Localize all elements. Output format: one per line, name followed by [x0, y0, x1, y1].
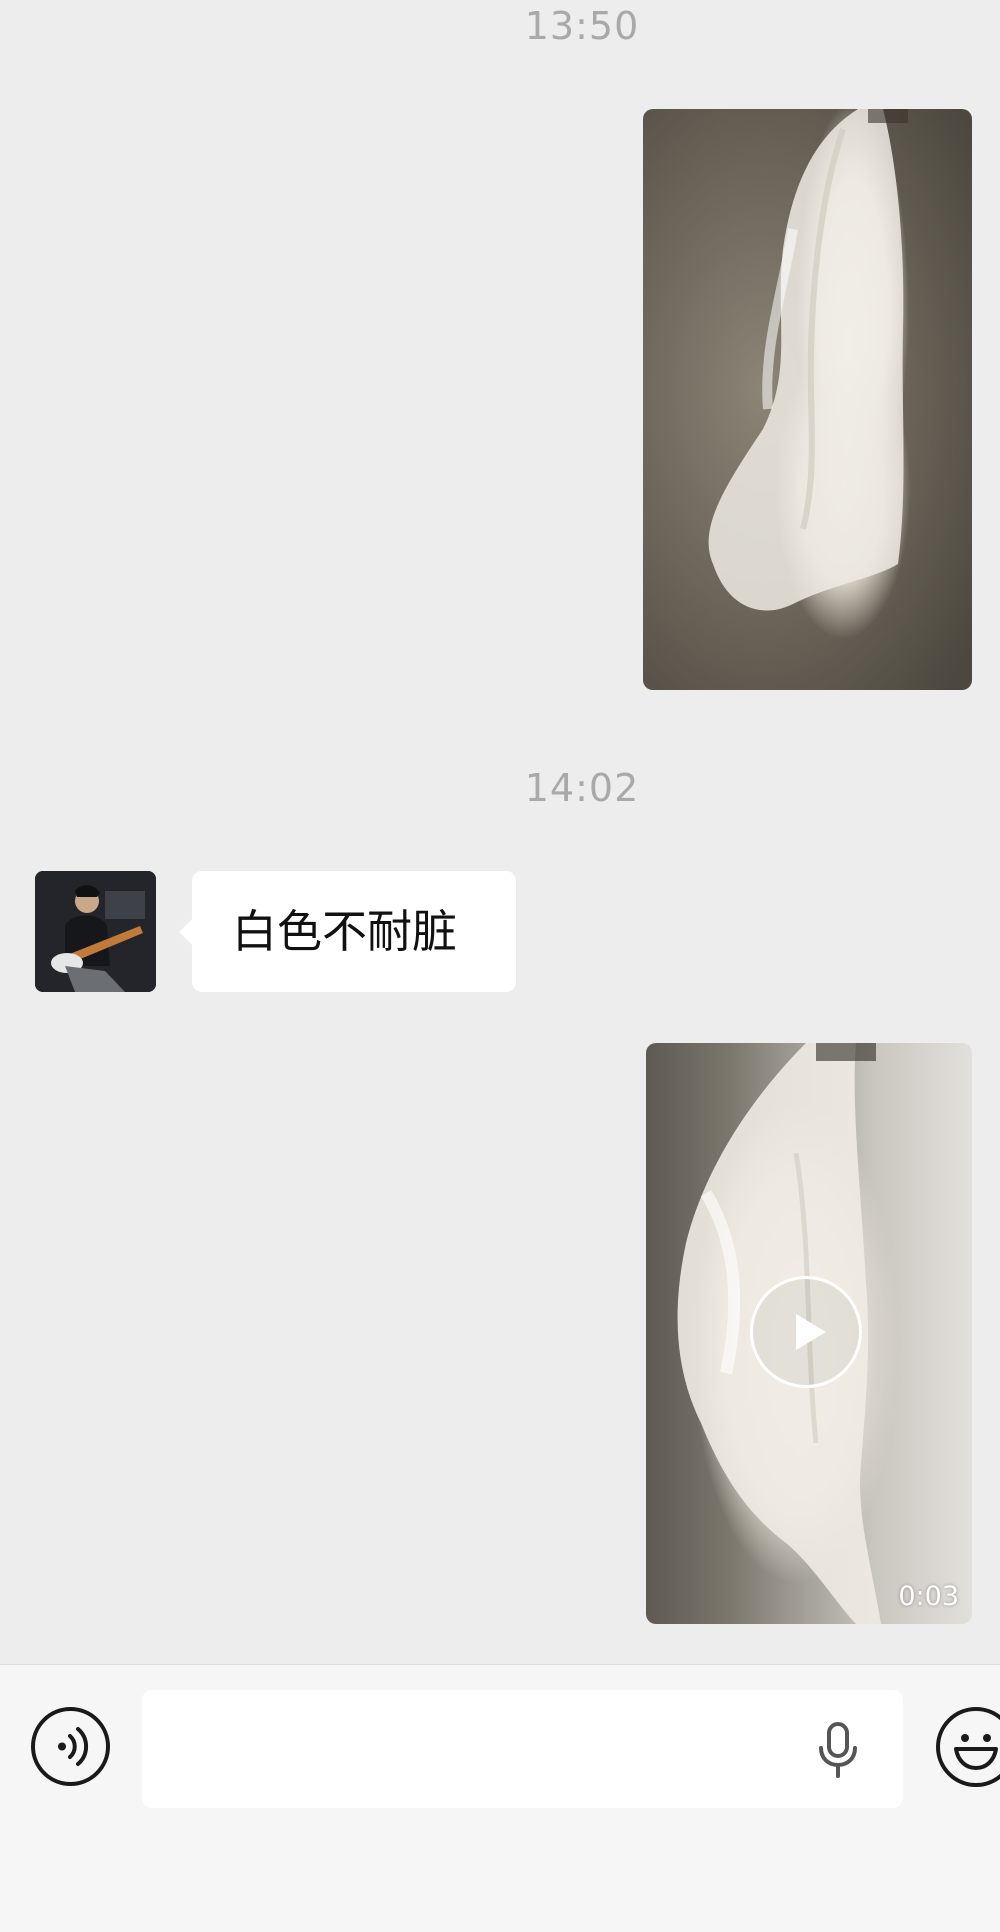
emoji-icon — [954, 1734, 998, 1770]
chat-input-bar — [0, 1664, 1000, 1932]
sent-video-message[interactable]: 0:03 — [646, 1043, 972, 1624]
garment-photo — [708, 109, 908, 611]
timestamp-2: 14:02 — [524, 766, 640, 810]
video-duration: 0:03 — [898, 1581, 959, 1612]
voice-mode-button[interactable] — [31, 1707, 110, 1786]
contact-avatar[interactable] — [35, 871, 156, 992]
microphone-icon — [819, 1722, 857, 1778]
bubble-tail — [179, 918, 193, 946]
message-input[interactable] — [142, 1690, 903, 1808]
play-button[interactable] — [750, 1276, 862, 1388]
voice-mode-icon — [58, 1727, 89, 1766]
avatar-photo — [35, 871, 156, 992]
message-text: 白色不耐脏 — [232, 905, 458, 958]
play-icon — [796, 1314, 826, 1350]
sent-image-message[interactable] — [643, 109, 972, 690]
microphone-button[interactable] — [813, 1720, 863, 1780]
emoji-button[interactable] — [936, 1707, 1000, 1787]
timestamp-1: 13:50 — [524, 4, 640, 48]
incoming-text-bubble[interactable]: 白色不耐脏 — [179, 871, 516, 992]
